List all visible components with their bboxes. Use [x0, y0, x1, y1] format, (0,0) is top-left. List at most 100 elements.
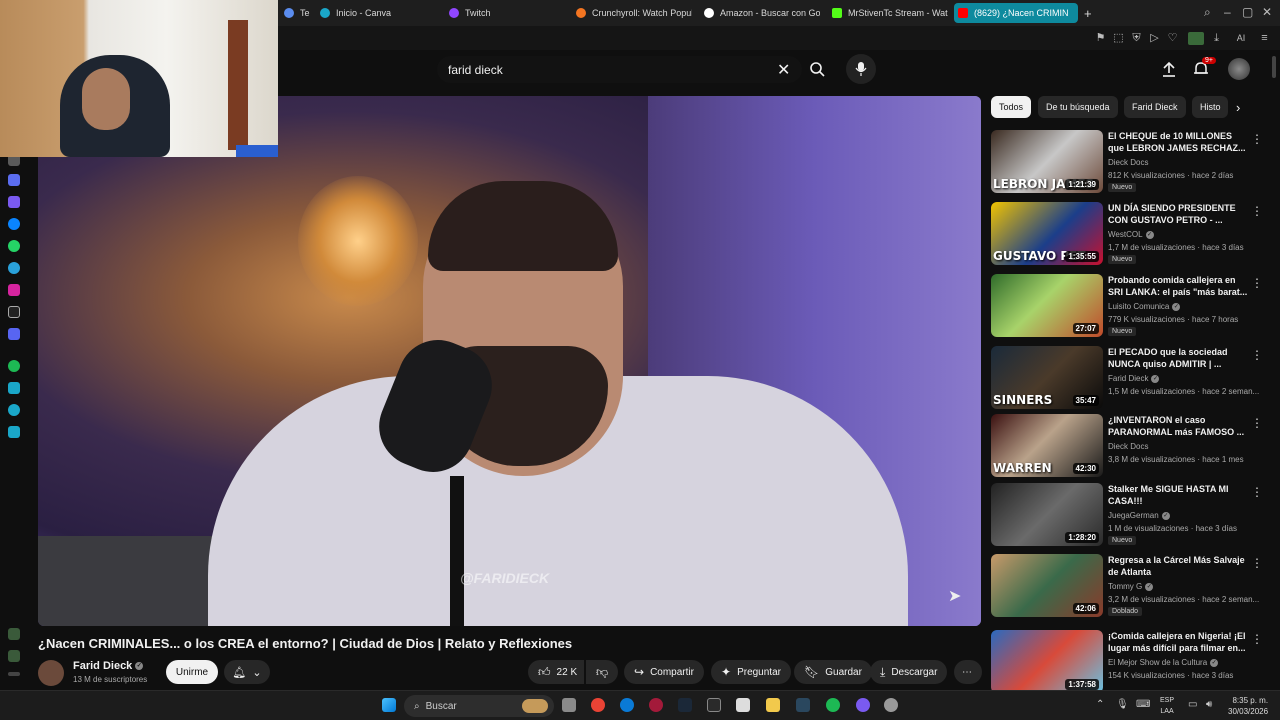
- video-thumbnail[interactable]: 1:37:58: [991, 630, 1103, 693]
- ai-icon[interactable]: [8, 628, 20, 640]
- notifications-button[interactable]: 9+: [1186, 54, 1216, 84]
- browser-tab[interactable]: MrStivenTc Stream - Watc: [828, 3, 948, 23]
- maximize-icon[interactable]: ▢: [1242, 5, 1253, 19]
- spotify-icon[interactable]: [826, 698, 840, 712]
- browser-tab[interactable]: Tem: [280, 3, 310, 23]
- recommended-video[interactable]: LEBRON JAMES 1:21:39 El CHEQUE de 10 MILLO…: [991, 130, 1271, 196]
- app-icon[interactable]: [8, 174, 20, 186]
- microphone-icon[interactable]: 🎙︎: [1116, 699, 1129, 710]
- settings-icon[interactable]: [884, 698, 898, 712]
- browser-tab-active[interactable]: (8629) ¿Nacen CRIMIN: [954, 3, 1078, 23]
- ai-icon[interactable]: AI: [1232, 32, 1250, 45]
- ask-button[interactable]: ✦ Preguntar: [711, 660, 791, 684]
- app-icon[interactable]: [8, 196, 20, 208]
- recommended-video-title[interactable]: El PECADO que la sociedad NUNCA quiso AD…: [1108, 346, 1248, 370]
- browser-tab[interactable]: Inicio - Canva: [316, 3, 436, 23]
- tiktok-icon[interactable]: [8, 306, 20, 318]
- steam-client-icon[interactable]: [796, 698, 810, 712]
- extension-icon[interactable]: [1188, 32, 1204, 45]
- monitor-icon[interactable]: ▭: [1188, 699, 1197, 710]
- like-button[interactable]: 👍︎ 22 K: [528, 660, 584, 684]
- video-thumbnail[interactable]: 1:28:20: [991, 483, 1103, 546]
- more-vert-icon[interactable]: ⋮: [1251, 276, 1263, 290]
- gx-icon[interactable]: [8, 650, 20, 662]
- browser-tab[interactable]: Crunchyroll: Watch Popul: [572, 3, 692, 23]
- chevron-up-icon[interactable]: ⌃: [1096, 699, 1104, 710]
- recommended-channel[interactable]: Tommy G ✓: [1108, 582, 1154, 591]
- volume-icon[interactable]: 🔊︎: [1206, 699, 1212, 710]
- obs-icon[interactable]: [856, 698, 870, 712]
- browser-tab[interactable]: Amazon - Buscar con Go: [700, 3, 820, 23]
- browser-tab[interactable]: Twitch: [445, 3, 565, 23]
- recommended-channel[interactable]: Dieck Docs: [1108, 158, 1148, 167]
- video-thumbnail[interactable]: WARREN 42:30: [991, 414, 1103, 477]
- download-icon[interactable]: ⤓: [1210, 32, 1223, 45]
- more-vert-icon[interactable]: ⋮: [1251, 204, 1263, 218]
- gear-icon[interactable]: [8, 426, 20, 438]
- scrollbar[interactable]: [1272, 56, 1276, 78]
- apps-grid-icon[interactable]: [8, 382, 20, 394]
- recommended-video-title[interactable]: Regresa a la Cárcel Más Salvaje de Atlan…: [1108, 554, 1248, 578]
- taskbar-clock[interactable]: 8:35 p. m. 30/03/2026: [1228, 695, 1268, 717]
- search-button[interactable]: [802, 54, 832, 84]
- account-avatar[interactable]: [1228, 58, 1250, 80]
- channel-avatar[interactable]: [38, 660, 64, 686]
- join-button[interactable]: Unirme: [166, 660, 218, 684]
- share-button[interactable]: ↪ Compartir: [624, 660, 704, 684]
- epic-games-icon[interactable]: [707, 698, 721, 712]
- shield-icon[interactable]: ⛨: [1130, 32, 1143, 45]
- recommended-channel[interactable]: Luisito Comunica ✓: [1108, 302, 1181, 311]
- search-tabs-icon[interactable]: ⌕: [1204, 5, 1211, 20]
- close-window-icon[interactable]: ✕: [1262, 5, 1272, 19]
- video-thumbnail[interactable]: LEBRON JAMES 1:21:39: [991, 130, 1103, 193]
- video-thumbnail[interactable]: SINNERS 35:47: [991, 346, 1103, 409]
- recommended-video[interactable]: 42:06 Regresa a la Cárcel Más Salvaje de …: [991, 554, 1271, 620]
- more-vert-icon[interactable]: ⋮: [1251, 348, 1263, 362]
- recommended-video[interactable]: GUSTAVO PET 1:35:55 UN DÍA SIENDO PRESIDEN…: [991, 202, 1271, 268]
- recommended-video[interactable]: 1:28:20 Stalker Me SIGUE HASTA MI CASA!!!…: [991, 483, 1271, 549]
- play-icon[interactable]: ▷: [1148, 32, 1161, 45]
- file-explorer-icon[interactable]: [766, 698, 780, 712]
- more-actions-button[interactable]: ⋯: [954, 660, 982, 684]
- dislike-button[interactable]: 👎︎: [586, 660, 618, 684]
- recommended-video-title[interactable]: ¿INVENTARON el caso PARANORMAL más FAMOS…: [1108, 414, 1248, 438]
- more-vert-icon[interactable]: ⋮: [1251, 416, 1263, 430]
- more-icon[interactable]: [8, 672, 20, 676]
- task-view-icon[interactable]: [562, 698, 576, 712]
- store-icon[interactable]: [736, 698, 750, 712]
- minimize-icon[interactable]: –: [1224, 5, 1231, 19]
- input-language[interactable]: ESP LAA: [1160, 695, 1174, 717]
- more-vert-icon[interactable]: ⋮: [1251, 485, 1263, 499]
- recommended-video-title[interactable]: ¡Comida callejera en Nigeria! ¡El lugar …: [1108, 630, 1248, 654]
- recommended-video-title[interactable]: Stalker Me SIGUE HASTA MI CASA!!!: [1108, 483, 1248, 507]
- keyboard-icon[interactable]: ⌨: [1136, 699, 1150, 710]
- recommended-channel[interactable]: Farid Dieck ✓: [1108, 374, 1160, 383]
- video-player[interactable]: @FARIDIECK ➤: [38, 96, 981, 626]
- screenshot-icon[interactable]: ⬚: [1112, 32, 1125, 45]
- telegram-icon[interactable]: [8, 262, 20, 274]
- download-button[interactable]: ⤓ Descargar: [870, 660, 948, 684]
- video-thumbnail[interactable]: 42:06: [991, 554, 1103, 617]
- taskbar-search[interactable]: ⌕ Buscar: [404, 695, 554, 717]
- messenger-icon[interactable]: [8, 218, 20, 230]
- pin-icon[interactable]: ⚑: [1094, 32, 1107, 45]
- chip-channel[interactable]: Farid Dieck: [1124, 96, 1186, 118]
- spotify-icon[interactable]: [8, 360, 20, 372]
- chrome-icon[interactable]: [591, 698, 605, 712]
- recommended-video-title[interactable]: Probando comida callejera en SRI LANKA: …: [1108, 274, 1248, 298]
- search-input[interactable]: farid dieck: [448, 63, 503, 77]
- recommended-channel[interactable]: El Mejor Show de la Cultura ✓: [1108, 658, 1219, 667]
- recommended-channel[interactable]: WestCOL ✓: [1108, 230, 1154, 239]
- save-button[interactable]: 🔖︎ Guardar: [794, 660, 872, 684]
- subscription-bell-button[interactable]: 🔔︎ ⌄: [224, 660, 270, 684]
- chevron-right-icon[interactable]: ›: [1236, 100, 1240, 115]
- close-icon[interactable]: ✕: [777, 60, 790, 80]
- upload-button[interactable]: [1154, 54, 1184, 84]
- more-vert-icon[interactable]: ⋮: [1251, 632, 1263, 646]
- windows-start-icon[interactable]: [382, 698, 396, 712]
- whatsapp-icon[interactable]: [8, 240, 20, 252]
- voice-search-button[interactable]: [846, 54, 876, 84]
- heart-icon[interactable]: ♡: [1166, 32, 1179, 45]
- history-icon[interactable]: [8, 404, 20, 416]
- recommended-channel[interactable]: Dieck Docs: [1108, 442, 1148, 451]
